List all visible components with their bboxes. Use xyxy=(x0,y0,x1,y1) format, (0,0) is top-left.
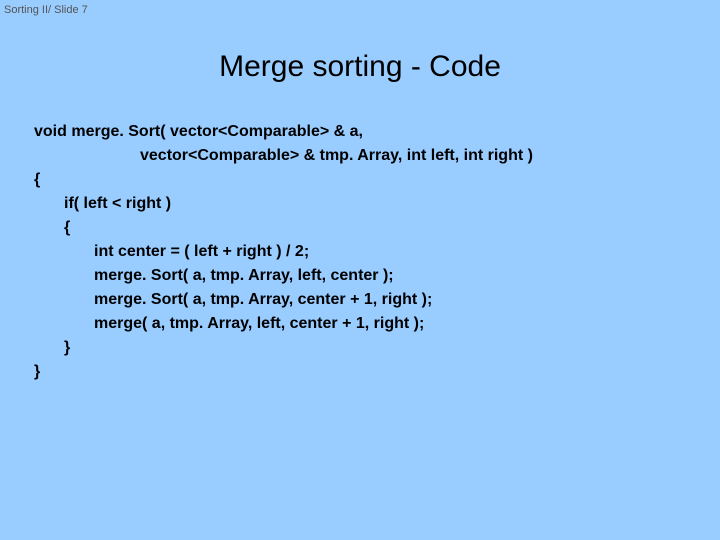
code-line: vector<Comparable> & tmp. Array, int lef… xyxy=(140,144,533,168)
code-line: merge. Sort( a, tmp. Array, left, center… xyxy=(94,264,533,288)
slide-header: Sorting II/ Slide 7 xyxy=(4,4,88,16)
code-line: void merge. Sort( vector<Comparable> & a… xyxy=(34,120,533,144)
code-line: merge( a, tmp. Array, left, center + 1, … xyxy=(94,312,533,336)
code-line: merge. Sort( a, tmp. Array, center + 1, … xyxy=(94,288,533,312)
code-line: } xyxy=(64,336,533,360)
code-block: void merge. Sort( vector<Comparable> & a… xyxy=(34,120,533,384)
code-line: int center = ( left + right ) / 2; xyxy=(94,240,533,264)
code-line: if( left < right ) xyxy=(64,192,533,216)
code-line: { xyxy=(34,168,533,192)
code-line: { xyxy=(64,216,533,240)
slide-title: Merge sorting - Code xyxy=(0,50,720,84)
code-line: } xyxy=(34,360,533,384)
